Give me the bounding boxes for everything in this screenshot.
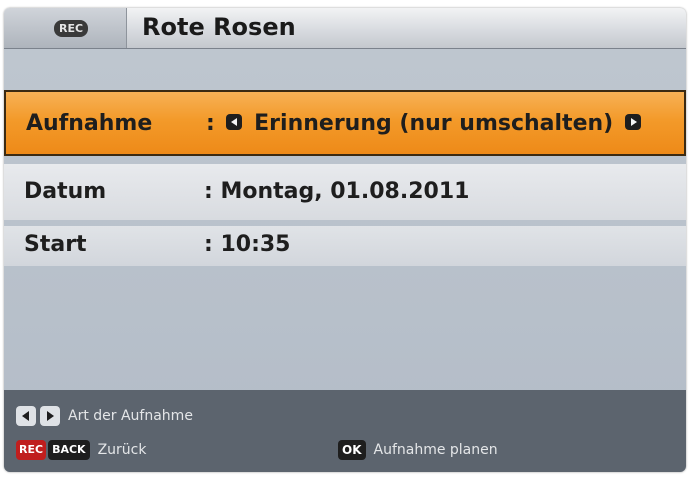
aufnahme-value: Erinnerung (nur umschalten): [254, 111, 614, 136]
ok-key-icon: OK: [338, 440, 366, 460]
dialog-header: REC Rote Rosen: [4, 8, 686, 49]
hint-aufnahme-planen: OK Aufnahme planen: [338, 440, 498, 460]
start-label: Start: [24, 232, 87, 257]
hint-art-der-aufnahme: Art der Aufnahme: [16, 406, 193, 426]
rec-key-icon: REC: [16, 440, 47, 460]
key-hints-footer: Art der Aufnahme REC BACK Zurück OK Aufn…: [4, 390, 686, 472]
art-hint-text: Art der Aufnahme: [68, 408, 193, 424]
header-badge-area: REC: [4, 8, 127, 48]
aufnahme-label: Aufnahme: [26, 111, 153, 136]
arrow-left-icon[interactable]: [226, 114, 243, 130]
hint-zurueck: REC BACK Zurück: [16, 440, 146, 460]
arrow-right-icon[interactable]: [624, 114, 641, 130]
back-hint-text: Zurück: [97, 442, 147, 458]
right-key-icon: [40, 406, 60, 426]
datum-row[interactable]: Datum : Montag, 01.08.2011: [4, 164, 686, 220]
ok-hint-text: Aufnahme planen: [373, 442, 498, 458]
datum-value: : Montag, 01.08.2011: [204, 179, 470, 204]
aufnahme-separator: :: [206, 111, 215, 136]
start-row[interactable]: Start : 10:35: [4, 226, 686, 266]
left-key-icon: [16, 406, 36, 426]
aufnahme-row[interactable]: Aufnahme : Erinnerung (nur umschalten): [4, 90, 686, 156]
back-key-icon: BACK: [48, 440, 90, 460]
programme-title: Rote Rosen: [142, 13, 296, 41]
rec-icon: REC: [54, 20, 88, 37]
datum-label: Datum: [24, 179, 107, 204]
record-dialog: REC Rote Rosen Aufnahme : Erinnerung (nu…: [4, 8, 686, 472]
aufnahme-value-group: : Erinnerung (nur umschalten): [206, 111, 645, 136]
start-value: : 10:35: [204, 232, 291, 257]
